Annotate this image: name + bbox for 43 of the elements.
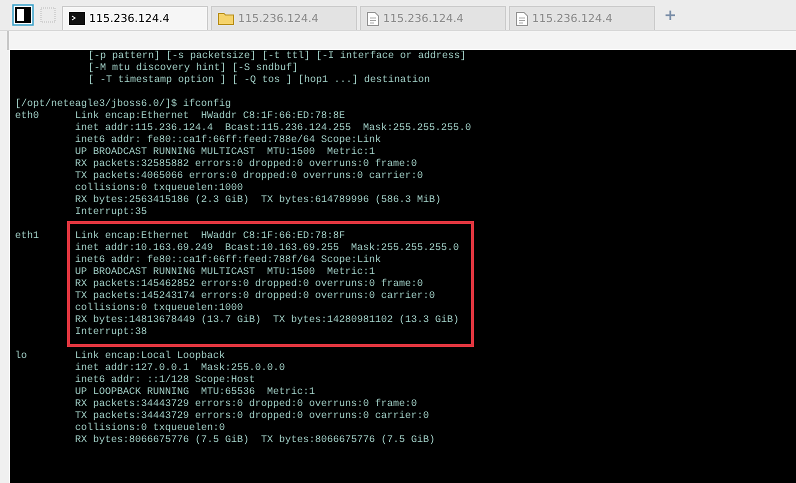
terminal-line: RX packets:34443729 errors:0 dropped:0 overruns:0 frame:0 (75, 399, 418, 410)
terminal-line: [/opt/neteagle3/jboss6.0/]$ ifconfig (15, 99, 232, 110)
tab[interactable]: 115.236.124.4 (62, 6, 208, 30)
terminal-line: inet6 addr: fe80::ca1f:66ff:feed:788f/64 Scope:Link (75, 255, 382, 266)
terminal-line: RX packets:145462852 errors:0 dropped:0 overruns:0 frame:0 (75, 279, 424, 290)
terminal-icon (69, 12, 85, 25)
terminal-line: UP BROADCAST RUNNING MULTICAST MTU:1500 Metric:1 (75, 147, 376, 158)
terminal-line: RX bytes:2563415186 (2.3 GiB) TX bytes:614789996 (586.3 MiB) (75, 195, 442, 207)
terminal-line: [ -T timestamp option ] [ -Q tos ] [hop1 ...] destination (87, 75, 432, 87)
terminal-line: TX packets:145243174 errors:0 dropped:0 overruns:0 carrier:0 (75, 291, 436, 302)
terminal-line: RX packets:32585882 errors:0 dropped:0 overruns:0 frame:0 (75, 159, 418, 170)
document-icon (516, 12, 528, 26)
terminal-line: UP LOOPBACK RUNNING MTU:65536 Metric:1 (75, 387, 316, 398)
interface-name: eth0 (15, 111, 40, 122)
terminal-line: inet6 addr: ::1/128 Scope:Host (75, 375, 256, 387)
tab[interactable]: 115.236.124.4 (360, 6, 506, 30)
terminal-line: Link encap:Ethernet HWaddr C8:1F:66:ED:78:8E (75, 111, 346, 122)
terminal-line: [-p pattern] [-s packetsize] [-t ttl] [-I interface or address] (87, 51, 468, 62)
terminal-line: RX bytes:14813678449 (13.7 GiB) TX bytes:14280981102 (13.3 GiB) (75, 315, 460, 327)
terminal-line: collisions:0 txqueuelen:0 (75, 423, 226, 434)
terminal-line: Interrupt:35 (75, 207, 148, 219)
terminal-line: inet addr:115.236.124.4 Bcast:115.236.124.255 Mask:255.255.255.0 (75, 123, 472, 134)
terminal-line: Link encap:Ethernet HWaddr C8:1F:66:ED:78:8F (75, 231, 346, 242)
terminal-line: Interrupt:38 (75, 327, 148, 339)
terminal-line: TX packets:34443729 errors:0 dropped:0 overruns:0 carrier:0 (75, 411, 430, 422)
terminal-line: inet6 addr: fe80::ca1f:66ff:feed:788e/64 Scope:Link (75, 135, 382, 146)
interface-name: eth1 (15, 231, 40, 242)
terminal-line: inet addr:127.0.0.1 Mask:255.0.0.0 (75, 363, 286, 374)
terminal-line: inet addr:10.163.69.249 Bcast:10.163.69.255 Mask:255.255.255.0 (75, 243, 460, 254)
terminal-line: RX bytes:8066675776 (7.5 GiB) TX bytes:8066675776 (7.5 GiB) (75, 435, 436, 447)
folder-icon (218, 12, 234, 25)
panel-toggle-icon[interactable] (12, 4, 34, 26)
document-icon (367, 12, 379, 26)
new-tab-button[interactable]: + (664, 6, 677, 24)
terminal-line: TX packets:4065066 errors:0 dropped:0 overruns:0 carrier:0 (75, 171, 424, 182)
terminal-line: Link encap:Local Loopback (75, 351, 226, 362)
tab[interactable]: 115.236.124.4 (211, 6, 357, 30)
terminal-line: UP BROADCAST RUNNING MULTICAST MTU:1500 Metric:1 (75, 267, 376, 278)
tab[interactable]: 115.236.124.4 (509, 6, 655, 30)
terminal-line: collisions:0 txqueuelen:1000 (75, 303, 244, 314)
terminal-line: collisions:0 txqueuelen:1000 (75, 183, 244, 194)
interface-name: lo (15, 351, 28, 362)
terminal-line: [-M mtu discovery hint] [-S sndbuf] (87, 63, 300, 74)
